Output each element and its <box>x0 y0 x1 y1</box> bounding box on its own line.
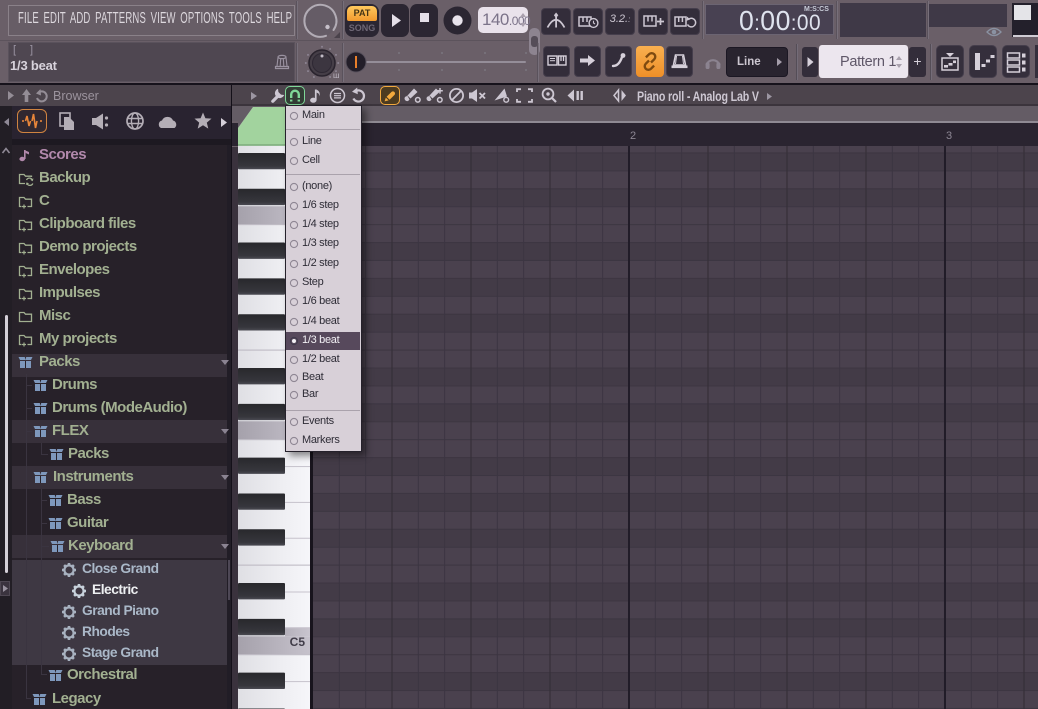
svg-text:C5: C5 <box>290 635 306 649</box>
